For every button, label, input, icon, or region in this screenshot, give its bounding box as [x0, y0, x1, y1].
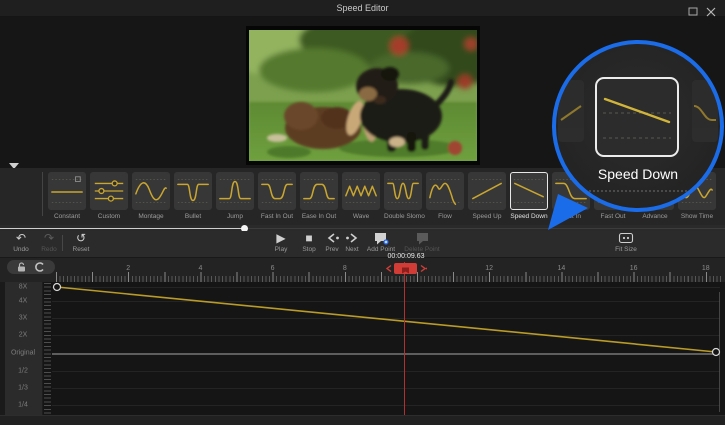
add-point-icon [364, 232, 398, 245]
magnifier-dotted-texture [578, 190, 698, 192]
toolbar: ↶ Undo ↷ Redo ↺ Reset ▶ Play ■ Stop Prev [0, 231, 725, 257]
magnifier-callout: Speed Down [552, 40, 724, 212]
stop-button[interactable]: ■ Stop [296, 232, 322, 253]
stop-icon: ■ [296, 232, 322, 245]
preset-label: Advance [636, 213, 674, 220]
ruler-major-ticks [56, 272, 723, 282]
window-title: Speed Editor [0, 3, 725, 13]
preset-label: Bullet [174, 213, 212, 220]
fit-size-icon [612, 232, 640, 245]
preset-thumb [174, 172, 212, 210]
ruler-number: 6 [271, 265, 275, 272]
ruler-number: 14 [557, 265, 565, 272]
playhead-step-back-icon[interactable] [385, 264, 393, 273]
preset-flow[interactable]: Flow [426, 172, 464, 220]
reset-icon: ↺ [68, 232, 94, 245]
preset-scrollbar-fill [0, 228, 245, 229]
play-button[interactable]: ▶ Play [268, 232, 294, 253]
delete-point-button[interactable]: Delete Point [402, 232, 442, 253]
preset-label: Wave [342, 213, 380, 220]
preset-label: Fast Out [594, 213, 632, 220]
next-icon [340, 232, 364, 245]
toolbar-separator [62, 235, 63, 251]
magnifier-pointer [542, 192, 590, 234]
speed-curve-graph[interactable]: 8X4X3X2XOriginal1/21/31/4 [0, 282, 725, 415]
add-point-button[interactable]: Add Point [364, 232, 398, 253]
preset-thumb [216, 172, 254, 210]
timeline-ruler[interactable]: 246812141618 00:00:09.63 [0, 257, 725, 282]
preset-label: Fast In Out [258, 213, 296, 220]
magnified-neighbor-right [692, 80, 718, 142]
preset-double-slomo[interactable]: Double Slomo [384, 172, 422, 220]
curve-end-point[interactable] [713, 349, 720, 356]
reset-button[interactable]: ↺ Reset [68, 232, 94, 253]
playhead-line [404, 262, 405, 415]
preset-thumb [300, 172, 338, 210]
curve-start-point[interactable] [54, 284, 61, 291]
preset-label: Flow [426, 213, 464, 220]
video-preview [246, 26, 480, 165]
playhead-marker[interactable] [394, 263, 417, 274]
delete-point-icon [402, 232, 442, 245]
preset-label: Ease In Out [300, 213, 338, 220]
titlebar: Speed Editor [0, 0, 725, 17]
preset-label: Custom [90, 213, 128, 220]
playhead-step-forward-icon[interactable] [419, 264, 427, 273]
preset-label: Montage [132, 213, 170, 220]
preset-ease-in-out[interactable]: Ease In Out [300, 172, 338, 220]
preset-thumb [48, 172, 86, 210]
ruler-number: 2 [126, 265, 130, 272]
preset-thumb [384, 172, 422, 210]
preset-custom[interactable]: Custom [90, 172, 128, 220]
preset-thumb [90, 172, 128, 210]
preset-montage[interactable]: Montage [132, 172, 170, 220]
preset-label: Speed Up [468, 213, 506, 220]
magnified-neighbor-left [558, 80, 584, 142]
magnifier-label: Speed Down [556, 166, 720, 182]
undo-button[interactable]: ↶ Undo [8, 232, 34, 253]
panel-separator [42, 172, 43, 216]
video-preview-image [249, 30, 477, 161]
preset-thumb [342, 172, 380, 210]
preset-wave[interactable]: Wave [342, 172, 380, 220]
ruler-number: 18 [702, 265, 710, 272]
preset-thumb [132, 172, 170, 210]
ruler-number: 4 [198, 265, 202, 272]
close-icon[interactable] [705, 4, 717, 14]
preset-label: Constant [48, 213, 86, 220]
lock-icon[interactable] [17, 262, 26, 272]
preset-label: Jump [216, 213, 254, 220]
next-point-button[interactable]: Next [340, 232, 364, 253]
curve-mode-icon[interactable] [35, 262, 45, 272]
preset-bullet[interactable]: Bullet [174, 172, 212, 220]
redo-button[interactable]: ↷ Redo [36, 232, 62, 253]
preset-thumb [258, 172, 296, 210]
curve-tools-pill [7, 260, 55, 274]
preset-thumb [468, 172, 506, 210]
play-icon: ▶ [268, 232, 294, 245]
speed-editor-window: Speed Editor [0, 0, 725, 425]
preset-speed-up[interactable]: Speed Up [468, 172, 506, 220]
playhead-timecode: 00:00:09.63 [388, 253, 425, 260]
undo-icon: ↶ [8, 232, 34, 245]
horizontal-scroll-area[interactable] [0, 415, 725, 425]
redo-icon: ↷ [36, 232, 62, 245]
speed-curve [0, 282, 725, 415]
maximize-icon[interactable] [687, 4, 699, 14]
preset-jump[interactable]: Jump [216, 172, 254, 220]
magnified-speed-down-thumb [595, 77, 679, 157]
preset-constant[interactable]: Constant [48, 172, 86, 220]
fit-size-button[interactable]: Fit Size [612, 232, 640, 253]
ruler-number: 8 [343, 265, 347, 272]
preset-thumb [426, 172, 464, 210]
preset-fast-in-out[interactable]: Fast In Out [258, 172, 296, 220]
preset-label: Double Slomo [384, 213, 422, 220]
ruler-number: 12 [485, 265, 493, 272]
preset-label: Show Time [678, 213, 716, 220]
ruler-number: 16 [630, 265, 638, 272]
